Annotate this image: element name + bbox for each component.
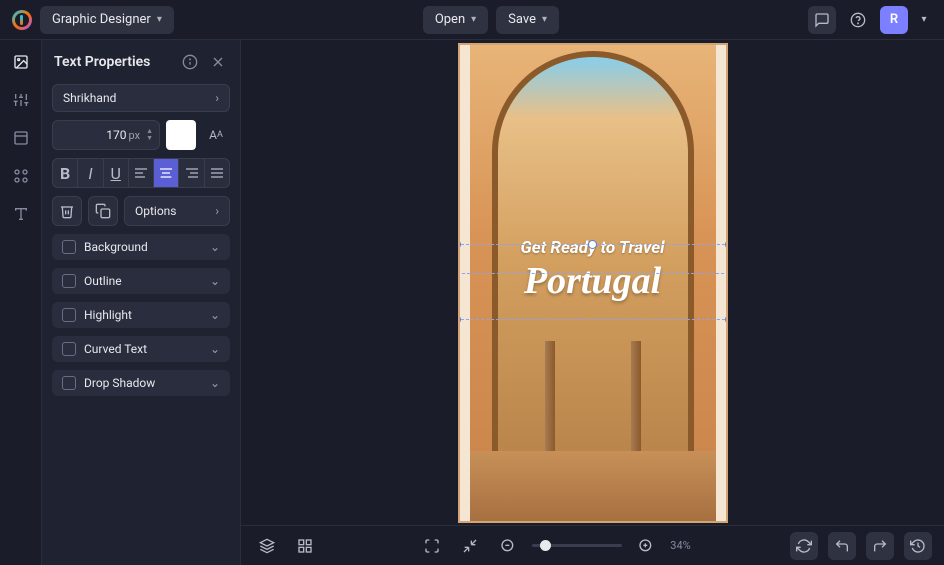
curved-checkbox[interactable] [62,342,76,356]
open-button[interactable]: Open ▾ [423,6,488,34]
align-center-button[interactable] [154,159,179,187]
bottom-toolbar: 34% [241,525,944,565]
resize-handle[interactable] [588,240,597,249]
align-left-button[interactable] [129,159,154,187]
resize-handle[interactable] [458,315,461,324]
history-icon[interactable] [904,532,932,560]
size-spinner[interactable]: ▲▼ [146,128,153,142]
options-row: Options › [52,196,230,226]
close-icon[interactable] [208,52,228,72]
comments-icon[interactable] [808,6,836,34]
zoom-out-icon[interactable] [494,532,522,560]
zoom-value: 34% [670,539,690,552]
fit-screen-icon[interactable] [418,532,446,560]
curved-text-accordion[interactable]: Curved Text ⌄ [52,336,230,362]
italic-button[interactable]: I [78,159,103,187]
resize-handle[interactable] [725,315,728,324]
canvas-viewport[interactable]: Get Ready to Travel Portugal [241,40,944,525]
adjust-tab-icon[interactable] [11,90,31,110]
delete-button[interactable] [52,196,82,226]
chevron-down-icon: ⌄ [210,308,220,322]
options-label: Options [135,204,177,218]
save-button[interactable]: Save ▾ [496,6,559,34]
undo-icon[interactable] [828,532,856,560]
resize-handle[interactable] [458,277,459,291]
panel-title: Text Properties [54,54,150,70]
images-tab-icon[interactable] [11,52,31,72]
text-case-button[interactable]: AA [202,120,230,150]
font-name: Shrikhand [63,91,116,105]
help-icon[interactable] [844,6,872,34]
artboard[interactable]: Get Ready to Travel Portugal [458,43,728,523]
topbar: Graphic Designer ▾ Open ▾ Save ▾ R ▾ [0,0,944,40]
topbar-center: Open ▾ Save ▾ [182,6,800,34]
sidebar [0,40,42,565]
underline-button[interactable]: U [104,159,129,187]
text-tab-icon[interactable] [11,204,31,224]
text-color-swatch[interactable] [166,120,196,150]
user-avatar[interactable]: R [880,6,908,34]
text-selection-box[interactable] [458,244,728,320]
options-dropdown[interactable]: Options › [124,196,230,226]
chevron-right-icon: › [215,204,219,218]
chevron-right-icon: › [215,91,219,105]
shadow-label: Drop Shadow [84,376,202,390]
zoom-in-icon[interactable] [632,532,660,560]
actual-size-icon[interactable] [456,532,484,560]
layers-icon[interactable] [253,532,281,560]
save-label: Save [508,12,536,27]
chevron-down-icon: ⌄ [210,240,220,254]
main: Text Properties Shrikhand › 170 px ▲▼ AA… [0,40,944,565]
grid-icon[interactable] [291,532,319,560]
shadow-checkbox[interactable] [62,376,76,390]
duplicate-button[interactable] [88,196,118,226]
redo-icon[interactable] [866,532,894,560]
drop-shadow-accordion[interactable]: Drop Shadow ⌄ [52,370,230,396]
info-icon[interactable] [180,52,200,72]
elements-tab-icon[interactable] [11,166,31,186]
topbar-right: R ▾ [808,6,932,34]
mode-dropdown[interactable]: Graphic Designer ▾ [40,6,174,34]
refresh-icon[interactable] [790,532,818,560]
size-color-row: 170 px ▲▼ AA [52,120,230,150]
chevron-down-icon: ⌄ [210,376,220,390]
mode-label: Graphic Designer [52,12,151,27]
outline-accordion[interactable]: Outline ⌄ [52,268,230,294]
chevron-down-icon: ▾ [471,14,476,25]
resize-handle[interactable] [725,240,728,249]
font-size-input[interactable]: 170 px ▲▼ [52,120,160,150]
chevron-down-icon: ▾ [542,14,547,25]
align-justify-button[interactable] [205,159,229,187]
background-label: Background [84,240,202,254]
curved-label: Curved Text [84,342,202,356]
properties-panel: Text Properties Shrikhand › 170 px ▲▼ AA… [42,40,241,565]
chevron-down-icon: ▾ [157,14,162,25]
app-logo[interactable] [12,10,32,30]
user-menu-icon[interactable]: ▾ [916,6,932,34]
size-value: 170 [106,128,126,142]
spinner-down-icon: ▼ [146,135,153,142]
highlight-checkbox[interactable] [62,308,76,322]
highlight-label: Highlight [84,308,202,322]
zoom-slider[interactable] [532,544,622,547]
background-checkbox[interactable] [62,240,76,254]
panel-header: Text Properties [52,48,230,76]
bold-button[interactable]: B [53,159,78,187]
templates-tab-icon[interactable] [11,128,31,148]
text-style-toolbar: B I U [52,158,230,188]
size-unit: px [129,129,141,142]
align-right-button[interactable] [179,159,204,187]
chevron-down-icon: ⌄ [210,342,220,356]
outline-label: Outline [84,274,202,288]
highlight-accordion[interactable]: Highlight ⌄ [52,302,230,328]
chevron-down-icon: ⌄ [210,274,220,288]
resize-handle[interactable] [727,277,728,291]
open-label: Open [435,12,465,27]
chevron-down-icon: ▾ [921,14,926,25]
background-accordion[interactable]: Background ⌄ [52,234,230,260]
outline-checkbox[interactable] [62,274,76,288]
font-family-dropdown[interactable]: Shrikhand › [52,84,230,112]
canvas-area: Get Ready to Travel Portugal [241,40,944,565]
resize-handle[interactable] [458,240,461,249]
